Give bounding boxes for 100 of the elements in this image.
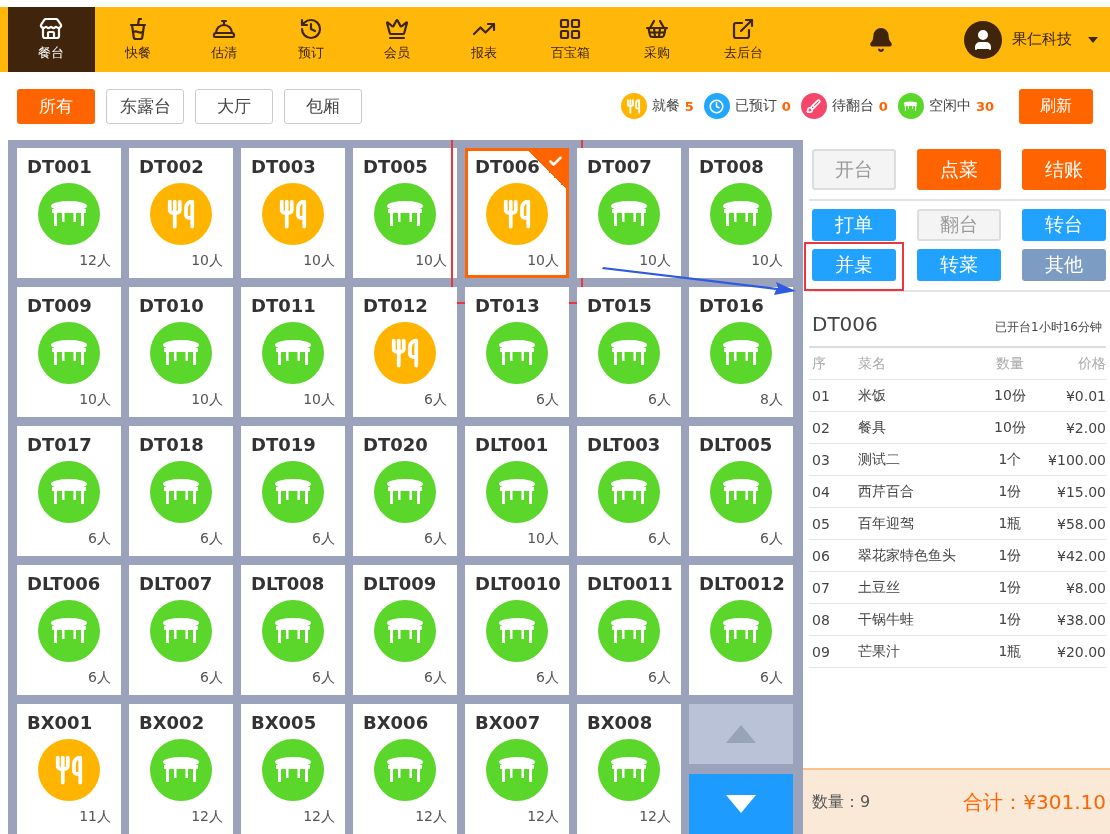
table-cell-text: ¥58.00 [1056,515,1106,532]
seat-count: 12人 [415,808,447,826]
table-card[interactable]: DLT005 6人 [689,426,793,556]
nav-tab[interactable]: 去后台 [700,7,787,72]
table-name: DLT0012 [699,573,785,594]
caret-icon[interactable] [1088,36,1098,43]
table-card[interactable]: DT020 6人 [353,426,457,556]
nav-tab[interactable]: 会员 [354,7,441,72]
table-cell-text: 1个 [997,450,1023,469]
table-icon [273,617,313,645]
nav-tab[interactable]: 百宝箱 [527,7,614,72]
table-cell-text: 07 [812,579,831,596]
nav-label: 百宝箱 [550,44,590,62]
table-icon [609,478,649,506]
table-icon [385,617,425,645]
nav-tab[interactable]: 报表 [440,7,527,72]
table-card[interactable]: DLT0011 6人 [577,565,681,695]
table-name: DT016 [699,295,764,316]
table-name: DT007 [587,156,652,177]
fork-spoon-icon [626,98,642,114]
table-icon [385,756,425,784]
table-icon [161,756,201,784]
table-card[interactable]: DT018 6人 [129,426,233,556]
seat-count: 6人 [536,391,559,409]
table-name: DT010 [139,295,204,316]
column-header: 菜名 [858,354,887,373]
table-card[interactable]: DT002 10人 [129,148,233,278]
table-card[interactable]: DLT007 6人 [129,565,233,695]
table-card[interactable]: DLT0012 6人 [689,565,793,695]
table-cell-text: 干锅牛蛙 [858,610,915,629]
table-name: DT013 [475,295,540,316]
table-card[interactable]: DT001 12人 [17,148,121,278]
area-filter-button[interactable]: 大厅 [195,88,273,124]
seat-count: 10人 [191,252,223,270]
table-card[interactable]: BX002 12人 [129,704,233,834]
seat-count: 6人 [648,669,671,687]
nav-tab[interactable]: 餐台 [8,7,95,72]
nav-tab[interactable]: 快餐 [94,7,181,72]
table-card[interactable]: DT012 6人 [353,287,457,417]
bell-icon[interactable] [868,26,894,53]
seat-count: 12人 [79,252,111,270]
table-cell-text: ¥2.00 [1064,419,1106,436]
table-icon [609,756,649,784]
table-card[interactable]: BX006 12人 [353,704,457,834]
table-card[interactable]: DT010 10人 [129,287,233,417]
table-name: DT019 [251,434,316,455]
table-cell-text: 02 [812,419,831,436]
table-card[interactable]: DLT008 6人 [241,565,345,695]
table-card[interactable]: BX001 11人 [17,704,121,834]
seat-count: 10人 [527,252,559,270]
table-name: DT002 [139,156,204,177]
nav-tab[interactable]: 估清 [181,7,268,72]
area-filter-button[interactable]: 东露台 [106,88,184,124]
table-card[interactable]: DT005 10人 [353,148,457,278]
table-card[interactable]: DT011 10人 [241,287,345,417]
table-card[interactable]: DT017 6人 [17,426,121,556]
scroll-down-button[interactable] [689,774,793,834]
table-card[interactable]: DT013 6人 [465,287,569,417]
table-card[interactable]: BX008 12人 [577,704,681,834]
table-icon [161,478,201,506]
table-card[interactable]: DT016 8人 [689,287,793,417]
seat-count: 6人 [760,669,783,687]
status-count: 0 [878,98,888,114]
status-label: 空闲中 [928,97,971,115]
order-table-name: DT006 [812,312,878,336]
seat-count: 12人 [303,808,335,826]
fork-spoon-icon [54,755,84,785]
table-card[interactable]: BX005 12人 [241,704,345,834]
table-card[interactable]: DLT009 6人 [353,565,457,695]
table-name: BX007 [475,712,541,733]
nav-tab[interactable]: 预订 [267,7,354,72]
table-card[interactable]: DT008 10人 [689,148,793,278]
table-cell-text: 1瓶 [997,642,1023,661]
table-card[interactable]: DLT0010 6人 [465,565,569,695]
table-cell-text: 测试二 [858,450,901,469]
seat-count: 6人 [312,669,335,687]
table-card[interactable]: DLT001 10人 [465,426,569,556]
table-card[interactable]: DLT006 6人 [17,565,121,695]
table-card[interactable]: DT003 10人 [241,148,345,278]
table-card[interactable]: DT015 6人 [577,287,681,417]
table-card[interactable]: BX007 12人 [465,704,569,834]
table-card[interactable]: DT006 10人 [465,148,569,278]
avatar[interactable] [964,20,1002,59]
table-cell-text: 10份 [993,418,1027,437]
table-name: BX008 [587,712,653,733]
seat-count: 8人 [760,391,783,409]
table-card[interactable]: DT009 10人 [17,287,121,417]
table-icon [609,339,649,367]
table-name: DLT007 [139,573,213,594]
table-card[interactable]: DT019 6人 [241,426,345,556]
brush-icon [806,98,822,114]
nav-tab[interactable]: 采购 [613,7,700,72]
table-card[interactable]: DLT003 6人 [577,426,681,556]
table-icon [49,617,89,645]
table-card[interactable]: DT007 10人 [577,148,681,278]
area-filter-button[interactable]: 包厢 [284,88,362,124]
table-cell-text: ¥42.00 [1056,547,1106,564]
table-name: DT017 [27,434,92,455]
table-icon [721,200,761,228]
seat-count: 12人 [191,808,223,826]
